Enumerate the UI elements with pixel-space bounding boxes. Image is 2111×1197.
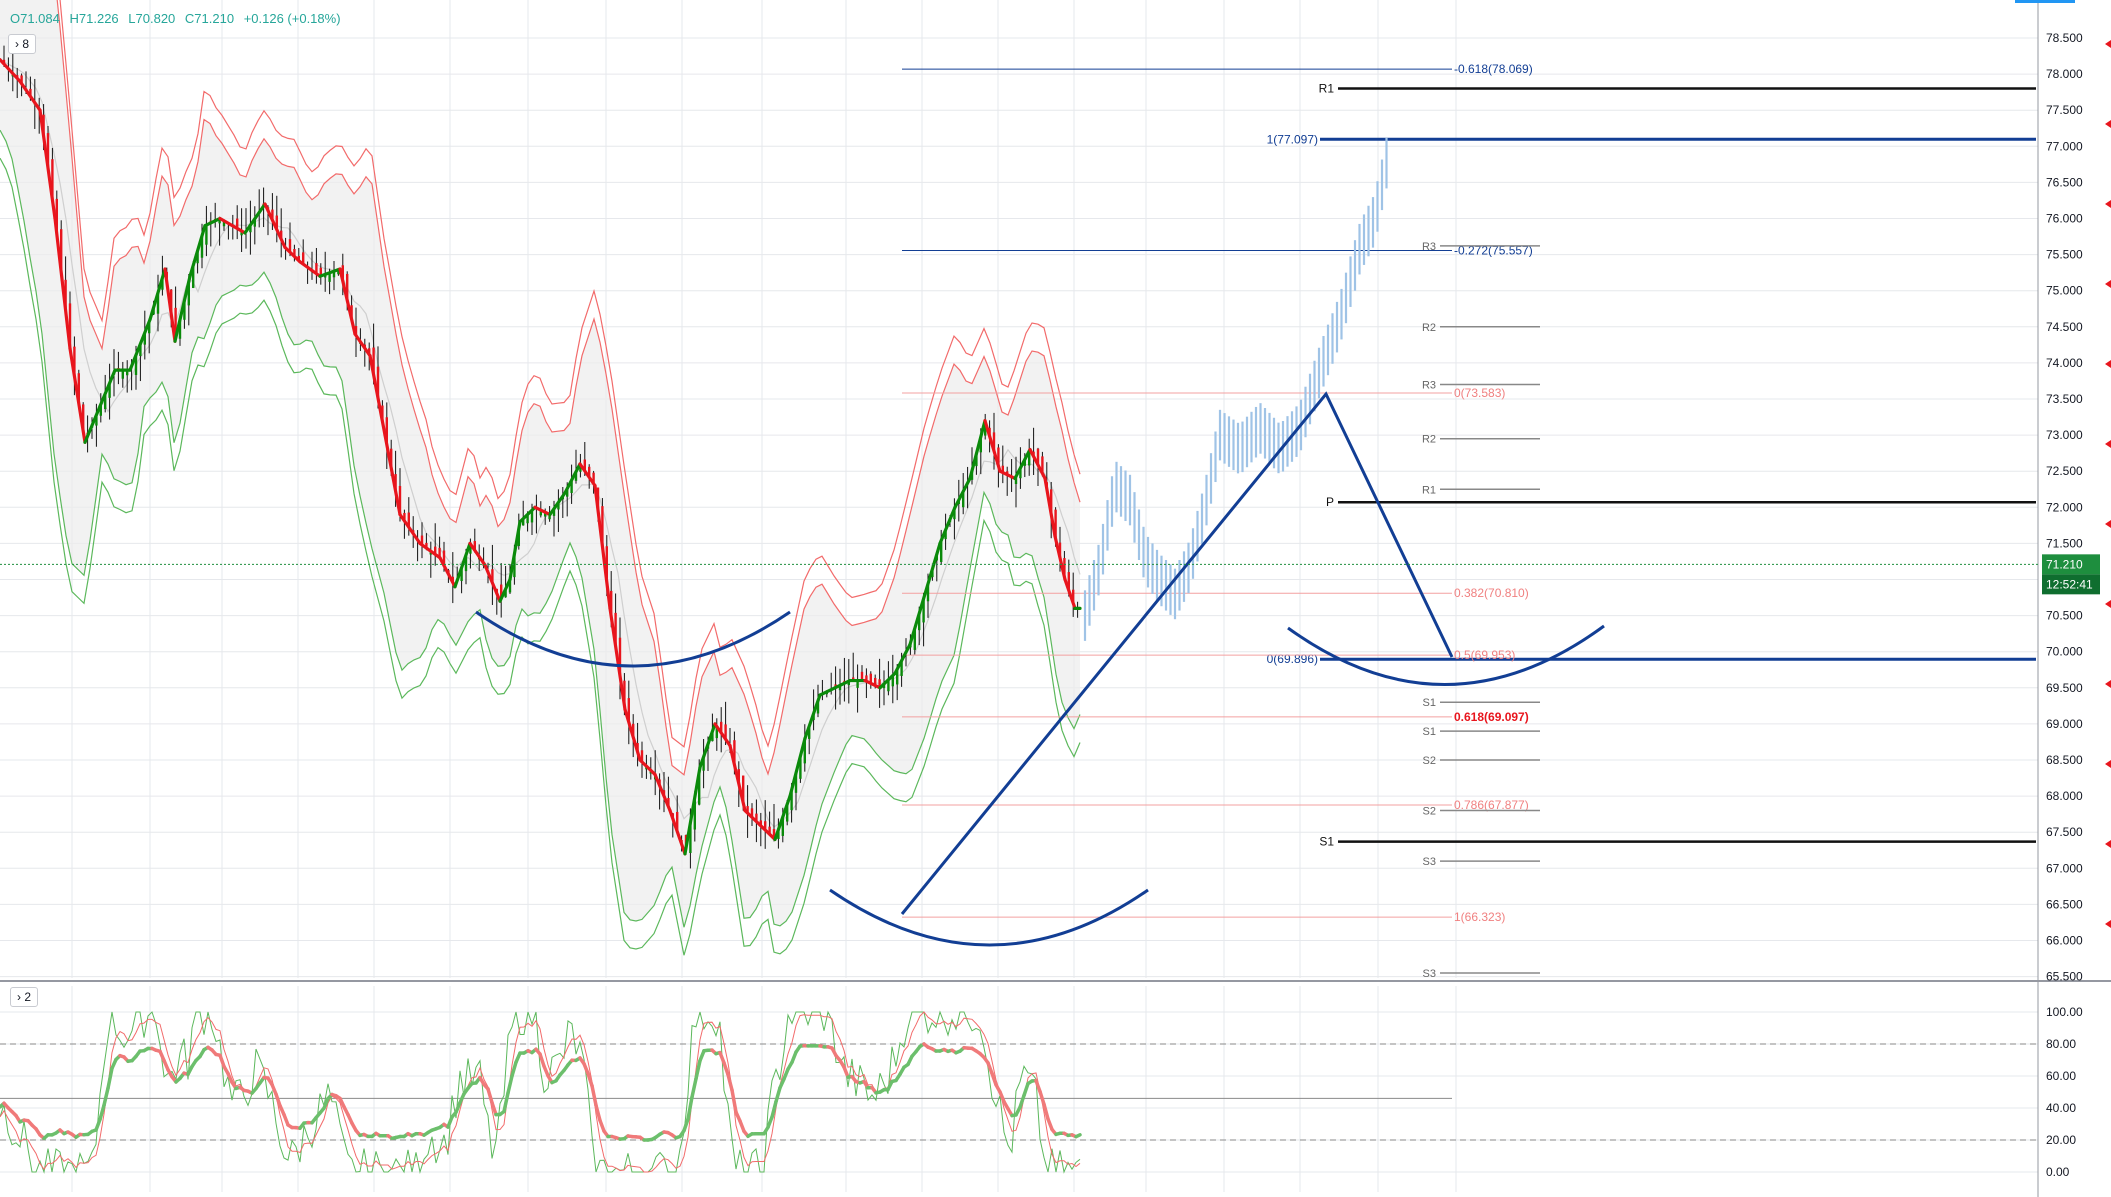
price-tick: 71.500 [2046,536,2083,550]
last-price-value: 71.210 [2046,557,2083,571]
main-pane-toggle[interactable]: › 8 [8,34,37,54]
rsi-segment [1074,1133,1082,1139]
price-tick: 77.500 [2046,103,2083,117]
price-tick: 72.500 [2046,464,2083,478]
minor-pivot-label: R2 [1422,322,1436,334]
minor-pivot-label: S2 [1423,755,1436,767]
price-tick: 73.000 [2046,428,2083,442]
change-value: +0.126 (+0.18%) [243,11,341,26]
fib-extension-label: -0.618(78.069) [1454,62,1533,76]
trading-chart[interactable]: -0.618(78.069)1(77.097)-0.272(75.557)0(6… [0,0,2111,1197]
fib-retracement-label: 0.5(69.953) [1454,648,1515,662]
price-tick: 67.500 [2046,825,2083,839]
pivot-label: S1 [1319,835,1334,849]
osc-tick: 80.00 [2046,1037,2076,1051]
fib-retracement-label: 1(66.323) [1454,910,1505,924]
minor-pivot-label: S3 [1423,968,1436,980]
top-accent-bar [2015,0,2075,3]
price-tick: 66.500 [2046,897,2083,911]
price-tick: 69.500 [2046,681,2083,695]
price-tick: 76.000 [2046,212,2083,226]
fib-extension-label: 0(69.896) [1267,652,1318,666]
price-tick: 68.500 [2046,753,2083,767]
minor-pivot-label: S2 [1423,806,1436,818]
minor-pivot-label: S1 [1423,726,1436,738]
price-tick: 78.500 [2046,31,2083,45]
osc-tick: 40.00 [2046,1101,2076,1115]
osc-tick: 60.00 [2046,1069,2076,1083]
price-tick: 67.000 [2046,861,2083,875]
price-tick: 69.000 [2046,717,2083,731]
fib-retracement-label: 0.382(70.810) [1454,586,1529,600]
osc-tick: 20.00 [2046,1133,2076,1147]
price-tick: 75.000 [2046,284,2083,298]
minor-pivot-label: R3 [1422,241,1436,253]
minor-pivot-label: S3 [1423,856,1436,868]
minor-pivot-label: R3 [1422,380,1436,392]
price-tick: 76.500 [2046,175,2083,189]
price-tick: 77.000 [2046,139,2083,153]
close-value: C71.210 [184,11,235,26]
price-tick: 70.500 [2046,609,2083,623]
osc-tick: 0.00 [2046,1165,2070,1179]
fib-retracement-label: 0(73.583) [1454,386,1505,400]
minor-pivot-label: S1 [1423,697,1436,709]
minor-pivot-label: R1 [1422,484,1436,496]
minor-pivot-label: R2 [1422,434,1436,446]
price-tick: 75.500 [2046,248,2083,262]
price-tick: 65.500 [2046,970,2083,984]
osc-tick: 100.00 [2046,1005,2083,1019]
high-value: H71.226 [69,11,119,26]
fib-extension-label: 1(77.097) [1267,132,1318,146]
countdown-value: 12:52:41 [2046,577,2093,591]
pivot-label: P [1326,495,1334,509]
price-tick: 78.000 [2046,67,2083,81]
price-tick: 72.000 [2046,500,2083,514]
oscillator-pane-toggle[interactable]: › 2 [10,987,39,1007]
price-tick: 74.000 [2046,356,2083,370]
price-tick: 70.000 [2046,645,2083,659]
pivot-label: R1 [1319,82,1335,96]
price-tick: 73.500 [2046,392,2083,406]
ohlc-readout: O71.084 H71.226 L70.820 C71.210 +0.126 (… [10,11,347,26]
price-tick: 66.000 [2046,934,2083,948]
low-value: L70.820 [128,11,176,26]
open-value: O71.084 [10,11,60,26]
price-tick: 68.000 [2046,789,2083,803]
fib-retracement-label: 0.618(69.097) [1454,710,1529,724]
price-tick: 74.500 [2046,320,2083,334]
